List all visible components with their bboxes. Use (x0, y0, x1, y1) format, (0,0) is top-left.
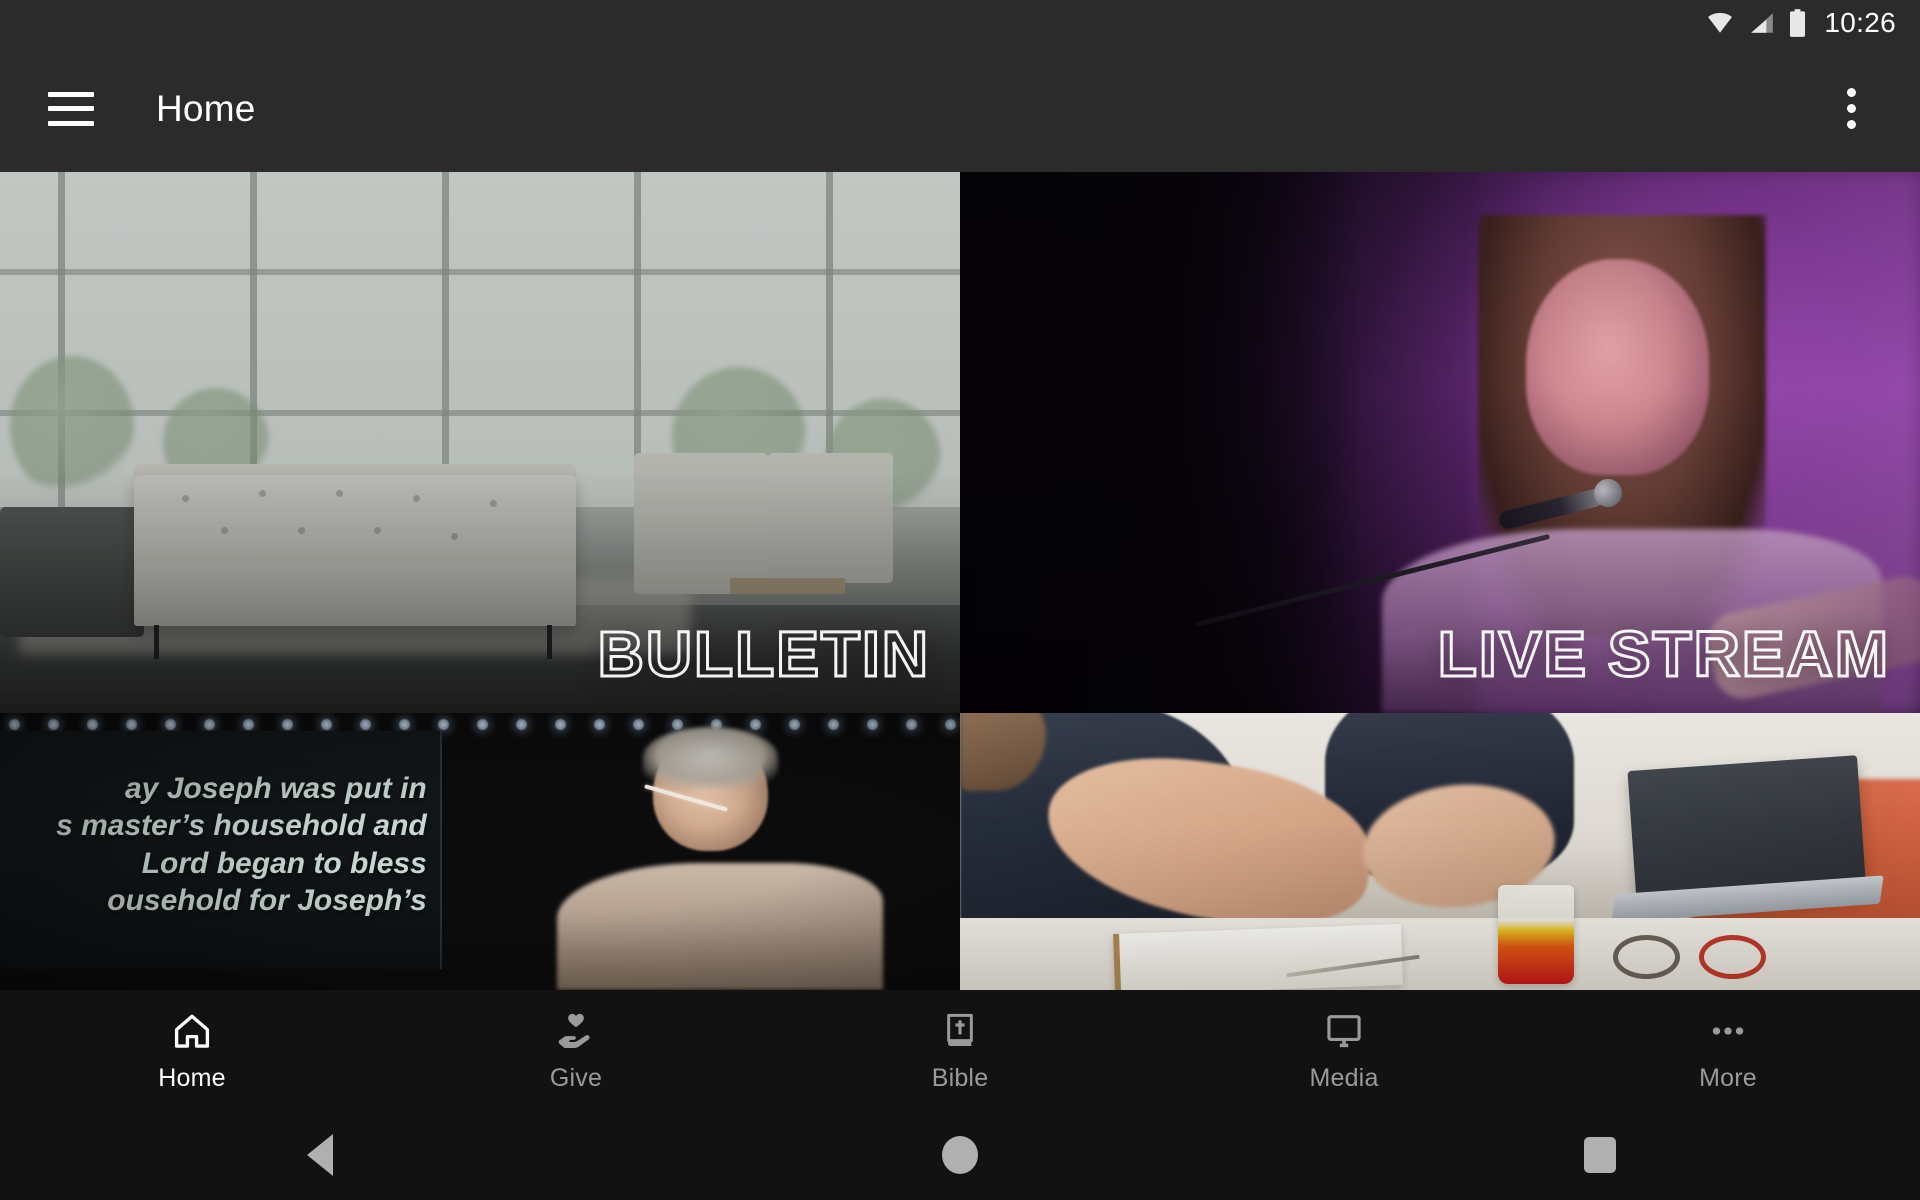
nav-item-more[interactable]: More (1536, 990, 1920, 1110)
nav-label-home: Home (158, 1063, 226, 1092)
wifi-icon (1708, 12, 1733, 33)
status-bar: 10:26 (0, 0, 1920, 45)
page-title: Home (156, 87, 256, 129)
hamburger-menu-icon[interactable] (48, 91, 94, 126)
bible-book-icon (940, 1008, 980, 1054)
groups-tile-image (960, 713, 1920, 990)
home-tile-grid: BULLETIN LIVE STREAM (0, 172, 1920, 990)
status-icon-group (1705, 8, 1806, 38)
nav-label-bible: Bible (931, 1063, 989, 1092)
tile-bulletin[interactable]: BULLETIN (0, 172, 960, 713)
recents-square-icon[interactable] (1540, 1110, 1660, 1200)
battery-icon (1790, 8, 1806, 37)
more-horizontal-icon (1705, 1008, 1751, 1054)
bottom-navigation-bar: Home Give Bible Media More (0, 990, 1920, 1110)
android-system-navigation (0, 1110, 1920, 1200)
more-vertical-icon[interactable] (1837, 78, 1866, 139)
back-triangle-icon[interactable] (260, 1110, 380, 1200)
cellular-signal-icon (1751, 12, 1774, 33)
app-bar: Home (0, 45, 1920, 172)
tile-live-stream[interactable]: LIVE STREAM (960, 172, 1920, 713)
monitor-icon (1322, 1008, 1366, 1054)
nav-item-bible[interactable]: Bible (768, 990, 1152, 1110)
tile-live-stream-label: LIVE STREAM (1436, 617, 1890, 692)
nav-label-media: Media (1309, 1063, 1379, 1092)
nav-label-give: Give (549, 1063, 603, 1092)
app-screen: 10:26 Home BULLETIN LIVE STREAM Home Giv… (0, 0, 1920, 1200)
home-icon (171, 1008, 213, 1054)
nav-item-home[interactable]: Home (0, 990, 384, 1110)
tile-sermon[interactable]: ay Joseph was put in s master’s househol… (0, 713, 960, 990)
nav-item-media[interactable]: Media (1152, 990, 1536, 1110)
home-circle-icon[interactable] (900, 1110, 1020, 1200)
giving-hand-heart-icon (555, 1008, 597, 1054)
status-time: 10:26 (1824, 6, 1896, 38)
nav-label-more: More (1699, 1063, 1757, 1092)
sermon-tile-image: ay Joseph was put in s master’s househol… (0, 713, 960, 990)
nav-item-give[interactable]: Give (384, 990, 768, 1110)
tile-groups[interactable] (960, 713, 1920, 990)
tile-bulletin-label: BULLETIN (596, 617, 930, 692)
